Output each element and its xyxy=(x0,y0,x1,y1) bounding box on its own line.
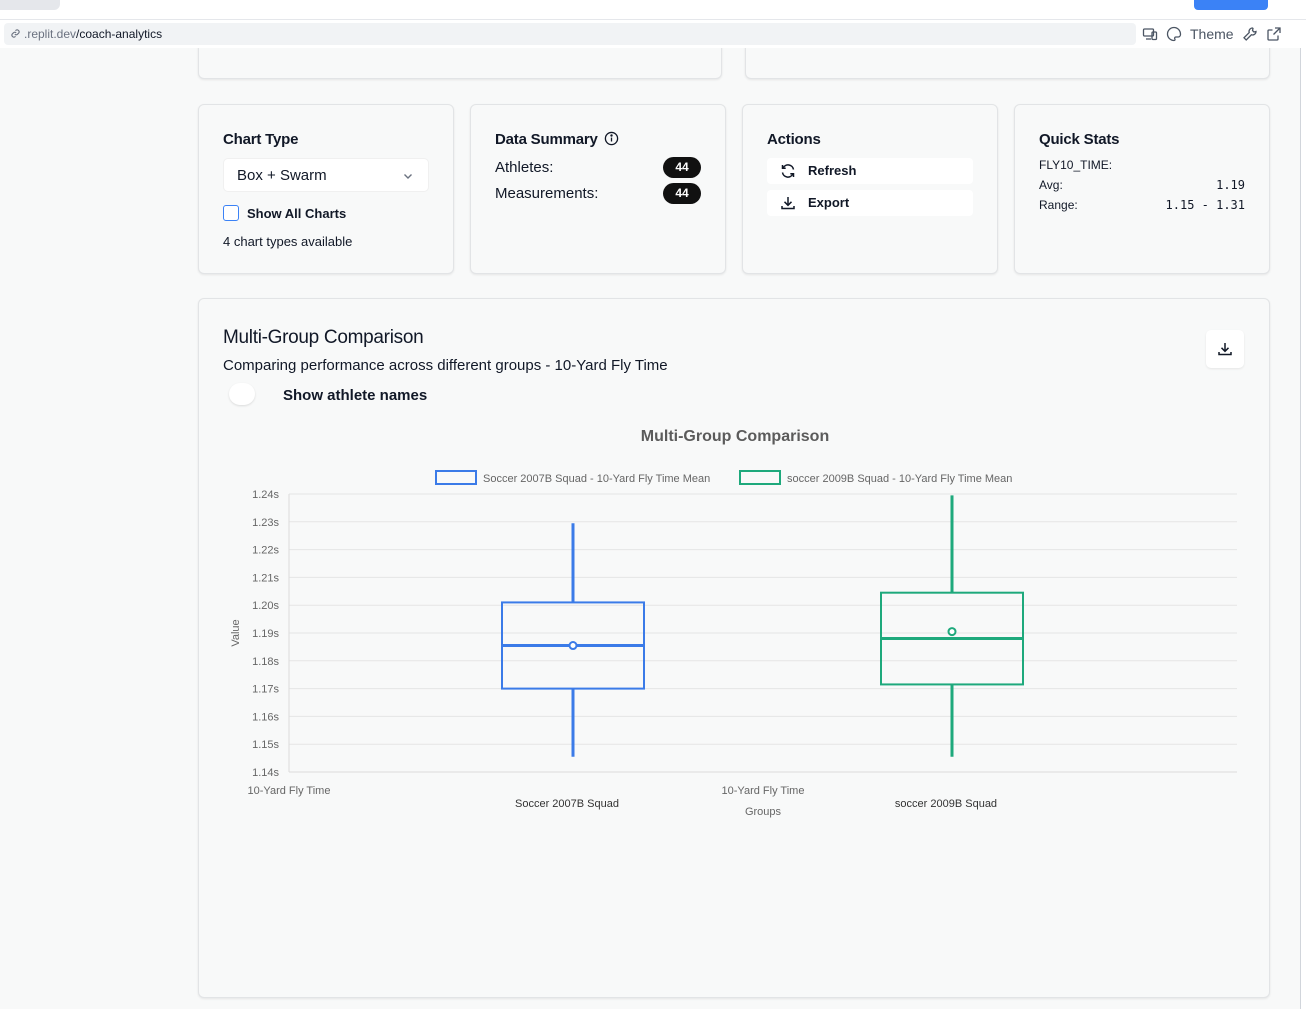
url-path: /coach-analytics xyxy=(76,27,163,41)
chart-types-available: 4 chart types available xyxy=(223,234,353,249)
legend-label: Soccer 2007B Squad - 10-Yard Fly Time Me… xyxy=(483,473,710,485)
external-link-icon[interactable] xyxy=(1266,26,1282,42)
quick-stats-avg-label: Avg: xyxy=(1039,178,1063,192)
chart-grid xyxy=(288,493,1237,773)
category-label: Soccer 2007B Squad xyxy=(515,798,619,810)
top-tab-strip xyxy=(0,0,1306,20)
quick-stats-metric: FLY10_TIME: xyxy=(1039,158,1113,172)
y-tick-label: 1.22s xyxy=(252,545,279,557)
export-label: Export xyxy=(808,195,850,210)
quick-stats-range-label: Range: xyxy=(1039,198,1078,212)
quick-stats-avg-value: 1.19 xyxy=(1216,178,1245,192)
deploy-button-stub[interactable] xyxy=(1194,0,1268,10)
box-plot-chart: Multi-Group Comparison Soccer 2007B Squa… xyxy=(230,428,1237,818)
link-icon xyxy=(11,29,20,38)
data-summary-title: Data Summary xyxy=(495,131,619,148)
y-tick-label: 1.19s xyxy=(252,628,279,640)
comparison-card: Multi-Group Comparison Comparing perform… xyxy=(198,298,1270,998)
y-tick-label: 1.20s xyxy=(252,600,279,612)
y-tick-label: 1.24s xyxy=(252,489,279,501)
show-all-charts-checkbox[interactable] xyxy=(223,205,239,221)
x-axis-ticks: 10-Yard Fly Time 10-Yard Fly Time Soccer 2… xyxy=(248,785,998,810)
mean-marker xyxy=(568,641,578,651)
download-icon xyxy=(781,197,795,210)
url-tools: Theme xyxy=(1142,24,1282,44)
url-bar: .replit.dev/coach-analytics Theme xyxy=(0,20,1306,48)
athletes-count-badge: 44 xyxy=(663,157,701,178)
url-field[interactable]: .replit.dev/coach-analytics xyxy=(4,23,1136,45)
refresh-button[interactable]: Refresh xyxy=(767,158,973,184)
y-axis-label: Value xyxy=(230,619,242,646)
refresh-label: Refresh xyxy=(808,163,857,178)
y-tick-label: 1.16s xyxy=(252,711,279,723)
chart-title: Multi-Group Comparison xyxy=(641,428,829,445)
quick-stats-range-value: 1.15 - 1.31 xyxy=(1165,198,1245,212)
page-content: Chart Type Box + Swarm Show All Charts 4… xyxy=(0,48,1300,1009)
chart-type-card: Chart Type Box + Swarm Show All Charts 4… xyxy=(198,104,454,274)
mean-marker xyxy=(947,627,957,637)
x-axis-label: Groups xyxy=(745,806,782,818)
chart-type-select[interactable]: Box + Swarm xyxy=(223,158,429,192)
y-tick-label: 1.14s xyxy=(252,767,279,779)
show-all-charts-label[interactable]: Show All Charts xyxy=(247,206,346,221)
legend-label: soccer 2009B Squad - 10-Yard Fly Time Me… xyxy=(787,473,1012,485)
legend-swatch xyxy=(435,470,477,485)
chevron-down-icon xyxy=(404,174,412,179)
y-axis-ticks: 1.24s 1.23s 1.22s 1.21s 1.20s 1.19s 1.18s 1.17s… xyxy=(252,489,279,779)
quick-stats-title: Quick Stats xyxy=(1039,131,1120,148)
y-tick-label: 1.21s xyxy=(252,572,279,584)
active-tab-stub[interactable] xyxy=(0,0,60,10)
chart-legend: Soccer 2007B Squad - 10-Yard Fly Time Me… xyxy=(435,470,1012,485)
theme-button[interactable]: Theme xyxy=(1190,26,1234,42)
info-icon[interactable] xyxy=(604,131,619,146)
y-tick-label: 1.15s xyxy=(252,739,279,751)
athletes-label: Athletes: xyxy=(495,159,554,176)
category-label: soccer 2009B Squad xyxy=(895,798,997,810)
y-tick-label: 1.18s xyxy=(252,656,279,668)
top-card-left xyxy=(198,48,722,79)
refresh-icon xyxy=(781,164,795,178)
y-tick-label: 1.23s xyxy=(252,517,279,529)
devices-icon[interactable] xyxy=(1142,26,1158,42)
measurements-count-badge: 44 xyxy=(663,183,701,204)
page-scrollbar[interactable] xyxy=(1300,48,1306,1009)
x-tick-label: 10-Yard Fly Time xyxy=(722,785,805,797)
actions-title: Actions xyxy=(767,131,821,148)
legend-swatch xyxy=(739,470,781,485)
top-card-right xyxy=(745,48,1270,79)
measurements-label: Measurements: xyxy=(495,185,599,202)
export-button[interactable]: Export xyxy=(767,190,973,216)
x-tick-label: 10-Yard Fly Time xyxy=(248,785,331,797)
actions-card: Actions Refresh Export xyxy=(742,104,998,274)
box-1 xyxy=(501,523,645,757)
quick-stats-card: Quick Stats FLY10_TIME: Avg: 1.19 Range:… xyxy=(1014,104,1270,274)
palette-icon[interactable] xyxy=(1166,26,1182,42)
y-tick-label: 1.17s xyxy=(252,684,279,696)
url-host: .replit.dev xyxy=(24,27,77,41)
box-2 xyxy=(880,495,1024,757)
chart-type-title: Chart Type xyxy=(223,131,299,148)
chart-boxes xyxy=(501,495,1024,757)
data-summary-card: Data Summary Athletes: 44 Measurements: … xyxy=(470,104,726,274)
wrench-icon[interactable] xyxy=(1242,26,1258,42)
chart-type-selected: Box + Swarm xyxy=(237,167,327,184)
